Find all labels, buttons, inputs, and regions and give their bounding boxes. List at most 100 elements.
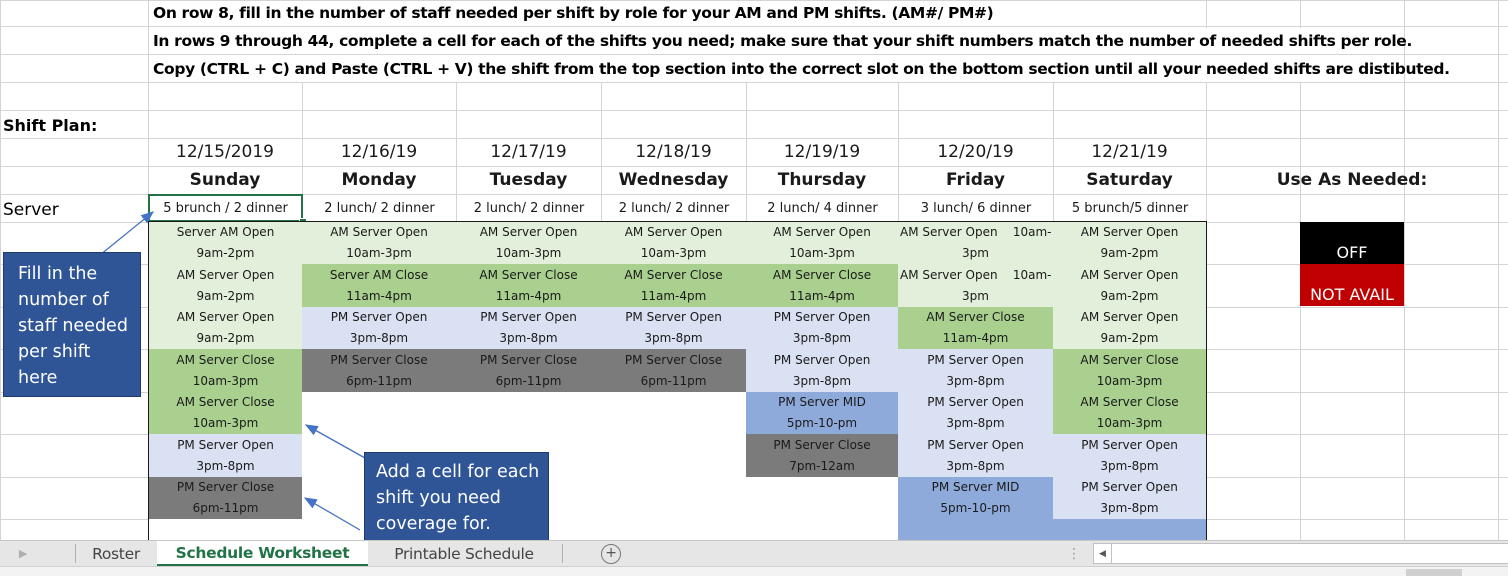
shift-cell[interactable]	[601, 477, 747, 520]
scroll-tabs-left-icon[interactable]: ▶	[8, 541, 38, 566]
shift-cell[interactable]: Server AM Close 11am-4pm	[302, 264, 457, 308]
staff-needed-cell[interactable]: 3 lunch/ 6 dinner	[898, 194, 1054, 222]
shift-cell[interactable]	[601, 519, 747, 541]
plus-circle-icon: +	[601, 543, 621, 564]
shift-name: PM Server Open	[330, 310, 428, 324]
shift-cell[interactable]: AM Server Open 10am-3pm	[601, 222, 747, 265]
shift-cell[interactable]	[601, 392, 747, 435]
gridline-row	[0, 82, 1508, 83]
shift-cell[interactable]: AM Server Close 10am-3pm	[148, 392, 303, 435]
shift-cell[interactable]: PM Server Open 3pm-8pm	[898, 434, 1054, 478]
shift-cell[interactable]: PM Server Open 3pm-8pm	[601, 307, 747, 350]
shift-cell[interactable]: PM Server Close 6pm-11pm	[148, 477, 303, 520]
shift-cell[interactable]	[898, 519, 1054, 541]
date-header: 12/20/19	[937, 141, 1014, 162]
shift-cell[interactable]	[1053, 519, 1207, 541]
tab-roster[interactable]: Roster	[78, 541, 154, 566]
shift-cell[interactable]: PM Server Close 7pm-12am	[746, 434, 899, 478]
tab-splitter-handle[interactable]: ⋮	[1067, 541, 1081, 566]
shift-cell[interactable]: PM Server Open 3pm-8pm	[898, 392, 1054, 435]
shift-cell[interactable]	[746, 519, 899, 541]
shift-cell[interactable]: AM Server Close 11am-4pm	[601, 264, 747, 308]
instruction-row-3: Copy (CTRL + C) and Paste (CTRL + V) the…	[153, 60, 1450, 78]
legend-not_avail: NOT AVAIL	[1300, 264, 1404, 306]
shift-name: AM Server Close	[1080, 395, 1179, 409]
shift-cell[interactable]: AM Server Close 10am-3pm	[148, 349, 303, 393]
shift-name: PM Server MID	[931, 480, 1020, 494]
shift-cell[interactable]: PM Server Open 3pm-8pm	[746, 307, 899, 350]
shift-name: AM Server Close	[926, 310, 1025, 324]
shift-cell[interactable]: AM Server Close 11am-4pm	[898, 307, 1054, 350]
shift-cell[interactable]: PM Server Open 3pm-8pm	[1053, 434, 1207, 478]
shift-cell[interactable]: PM Server MID 5pm-10-pm	[898, 477, 1054, 520]
shift-name: AM Server Open 10am-	[900, 267, 1052, 282]
shift-cell[interactable]: AM Server Open 9am-2pm	[1053, 222, 1207, 265]
shift-time: 9am-2pm	[1100, 331, 1159, 345]
shift-name: PM Server Close	[479, 352, 578, 367]
horizontal-scrollbar[interactable]: ◀	[1093, 543, 1508, 564]
shift-cell[interactable]	[601, 434, 747, 478]
shift-name: AM Server Open	[330, 225, 428, 239]
shift-cell[interactable]	[148, 519, 303, 541]
tab-schedule-worksheet[interactable]: Schedule Worksheet	[157, 541, 368, 566]
add-sheet-button[interactable]: +	[598, 541, 624, 566]
staff-needed-cell[interactable]: 5 brunch / 2 dinner	[148, 194, 303, 222]
shift-cell[interactable]	[456, 392, 602, 435]
gridline-col	[148, 0, 149, 82]
shift-name: AM Server Open	[773, 225, 871, 239]
date-header: 12/17/19	[490, 141, 567, 162]
shift-cell[interactable]: AM Server Open 9am-2pm	[148, 264, 303, 308]
shift-cell[interactable]: PM Server Open 3pm-8pm	[898, 349, 1054, 393]
shift-cell[interactable]: AM Server Close 11am-4pm	[746, 264, 899, 308]
gridline-col	[1498, 0, 1499, 82]
shift-cell[interactable]: PM Server Close 6pm-11pm	[456, 349, 602, 393]
shift-name: AM Server Close	[624, 267, 723, 282]
caret-left-icon[interactable]: ◀	[1094, 544, 1112, 563]
shift-cell[interactable]: PM Server Open 3pm-8pm	[1053, 477, 1207, 520]
shift-cell[interactable]: AM Server Open 10am- 3pm	[898, 222, 1054, 265]
shift-time: 10am-3pm	[495, 246, 562, 260]
shift-cell[interactable]: PM Server MID 5pm-10-pm	[746, 392, 899, 435]
shift-cell[interactable]	[302, 392, 457, 435]
shift-time: 3pm-8pm	[499, 331, 558, 345]
shift-time: 3pm	[962, 246, 989, 260]
staff-needed-cell[interactable]: 5 brunch/5 dinner	[1053, 194, 1207, 222]
tab-printable-schedule[interactable]: Printable Schedule	[372, 541, 556, 566]
shift-cell[interactable]: AM Server Open 10am-3pm	[456, 222, 602, 265]
shift-cell[interactable]: AM Server Close 11am-4pm	[456, 264, 602, 308]
shift-cell[interactable]: AM Server Close 10am-3pm	[1053, 392, 1207, 435]
shift-cell[interactable]: PM Server Open 3pm-8pm	[148, 434, 303, 478]
shift-cell[interactable]	[746, 477, 899, 520]
shift-cell[interactable]: PM Server Open 3pm-8pm	[746, 349, 899, 393]
shift-cell[interactable]: Server AM Open 9am-2pm	[148, 222, 303, 265]
shift-cell[interactable]: AM Server Open 9am-2pm	[1053, 264, 1207, 308]
shift-time: 3pm-8pm	[946, 373, 1005, 388]
shift-cell[interactable]: AM Server Open 10am-3pm	[302, 222, 457, 265]
shift-name: PM Server Open	[625, 310, 722, 324]
staff-needed-cell[interactable]: 2 lunch/ 2 dinner	[456, 194, 602, 222]
shift-time: 10am-3pm	[346, 246, 412, 260]
shift-cell[interactable]: AM Server Open 9am-2pm	[1053, 307, 1207, 350]
shift-cell[interactable]: AM Server Open 9am-2pm	[148, 307, 303, 350]
shift-name: PM Server Close	[624, 352, 723, 367]
shift-name: Server AM Open	[176, 225, 275, 239]
shift-cell[interactable]: AM Server Open 10am- 3pm	[898, 264, 1054, 308]
shift-time: 3pm-8pm	[196, 458, 255, 473]
tab-separator	[75, 544, 76, 563]
shift-name: PM Server Open	[1081, 437, 1178, 452]
shift-cell[interactable]: AM Server Close 10am-3pm	[1053, 349, 1207, 393]
shift-name: AM Server Open	[1080, 225, 1179, 239]
shift-cell[interactable]: PM Server Open 3pm-8pm	[456, 307, 602, 350]
spreadsheet-grid[interactable]: On row 8, fill in the number of staff ne…	[0, 0, 1508, 541]
staff-needed-cell[interactable]: 2 lunch/ 2 dinner	[302, 194, 457, 222]
staff-needed-cell[interactable]: 2 lunch/ 2 dinner	[601, 194, 747, 222]
day-header: Wednesday	[618, 169, 729, 190]
shift-cell[interactable]: AM Server Open 10am-3pm	[746, 222, 899, 265]
gridline-col	[1300, 82, 1301, 541]
shift-time: 10am-3pm	[640, 246, 707, 260]
shift-cell[interactable]: PM Server Close 6pm-11pm	[302, 349, 457, 393]
shift-cell[interactable]: PM Server Close 6pm-11pm	[601, 349, 747, 393]
shift-cell[interactable]: PM Server Open 3pm-8pm	[302, 307, 457, 350]
shift-name: AM Server Close	[479, 267, 578, 282]
staff-needed-cell[interactable]: 2 lunch/ 4 dinner	[746, 194, 899, 222]
